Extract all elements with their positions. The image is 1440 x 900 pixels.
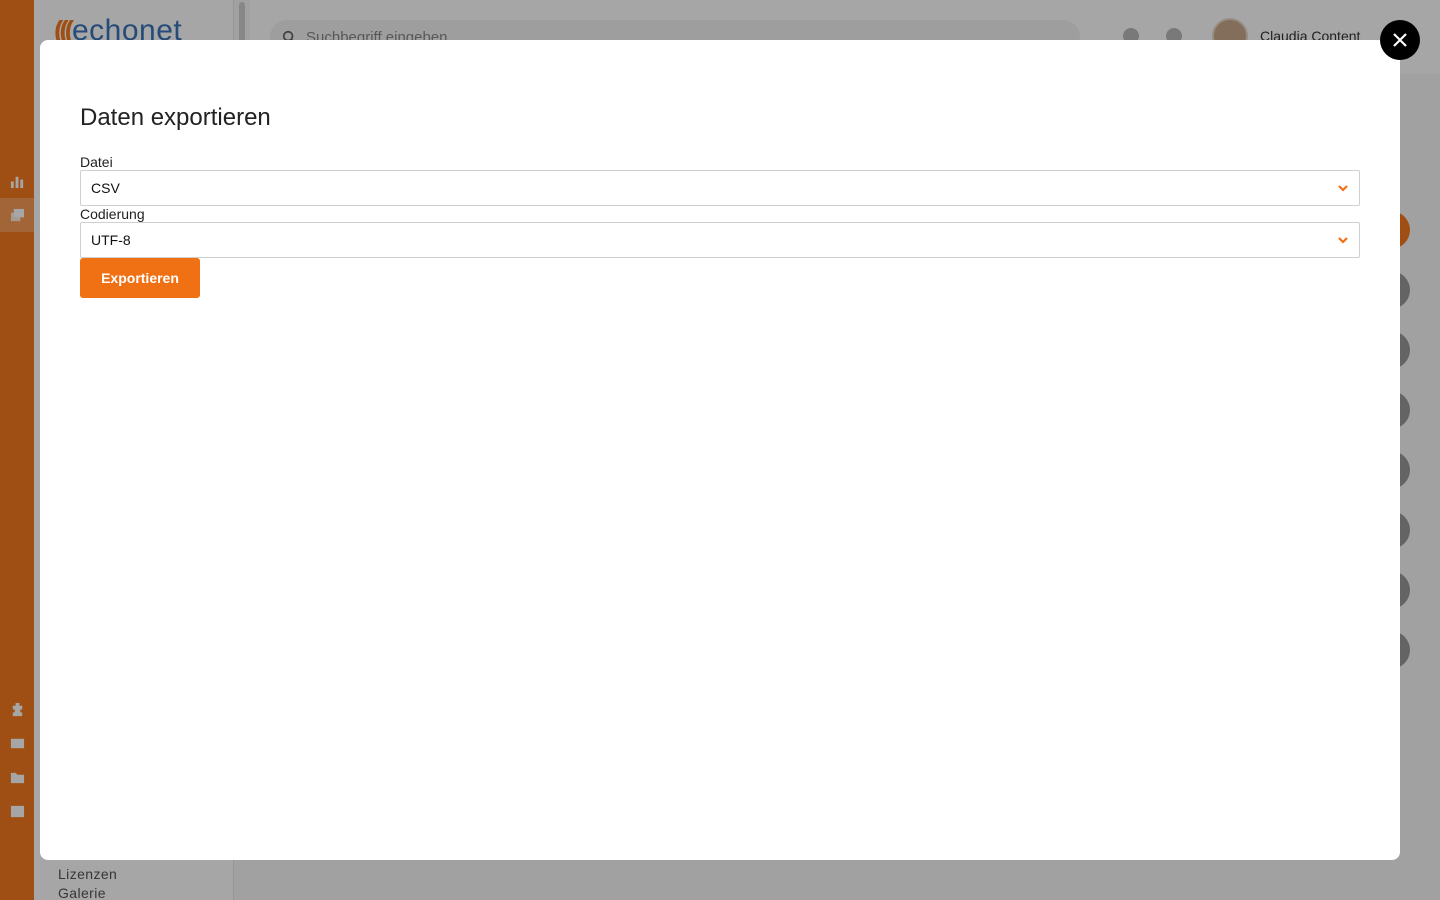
close-icon — [1393, 33, 1407, 47]
file-format-select[interactable]: CSV — [80, 170, 1360, 206]
encoding-select[interactable]: UTF-8 — [80, 222, 1360, 258]
export-dialog: Daten exportieren Datei CSV Codierung UT… — [40, 40, 1400, 860]
file-format-value: CSV — [91, 180, 120, 196]
close-button[interactable] — [1380, 20, 1420, 60]
dialog-title: Daten exportieren — [80, 104, 271, 131]
encoding-label: Codierung — [80, 206, 145, 222]
file-label: Datei — [80, 154, 113, 170]
export-button[interactable]: Exportieren — [80, 258, 200, 298]
chevron-down-icon — [1337, 234, 1349, 246]
encoding-value: UTF-8 — [91, 232, 131, 248]
chevron-down-icon — [1337, 182, 1349, 194]
